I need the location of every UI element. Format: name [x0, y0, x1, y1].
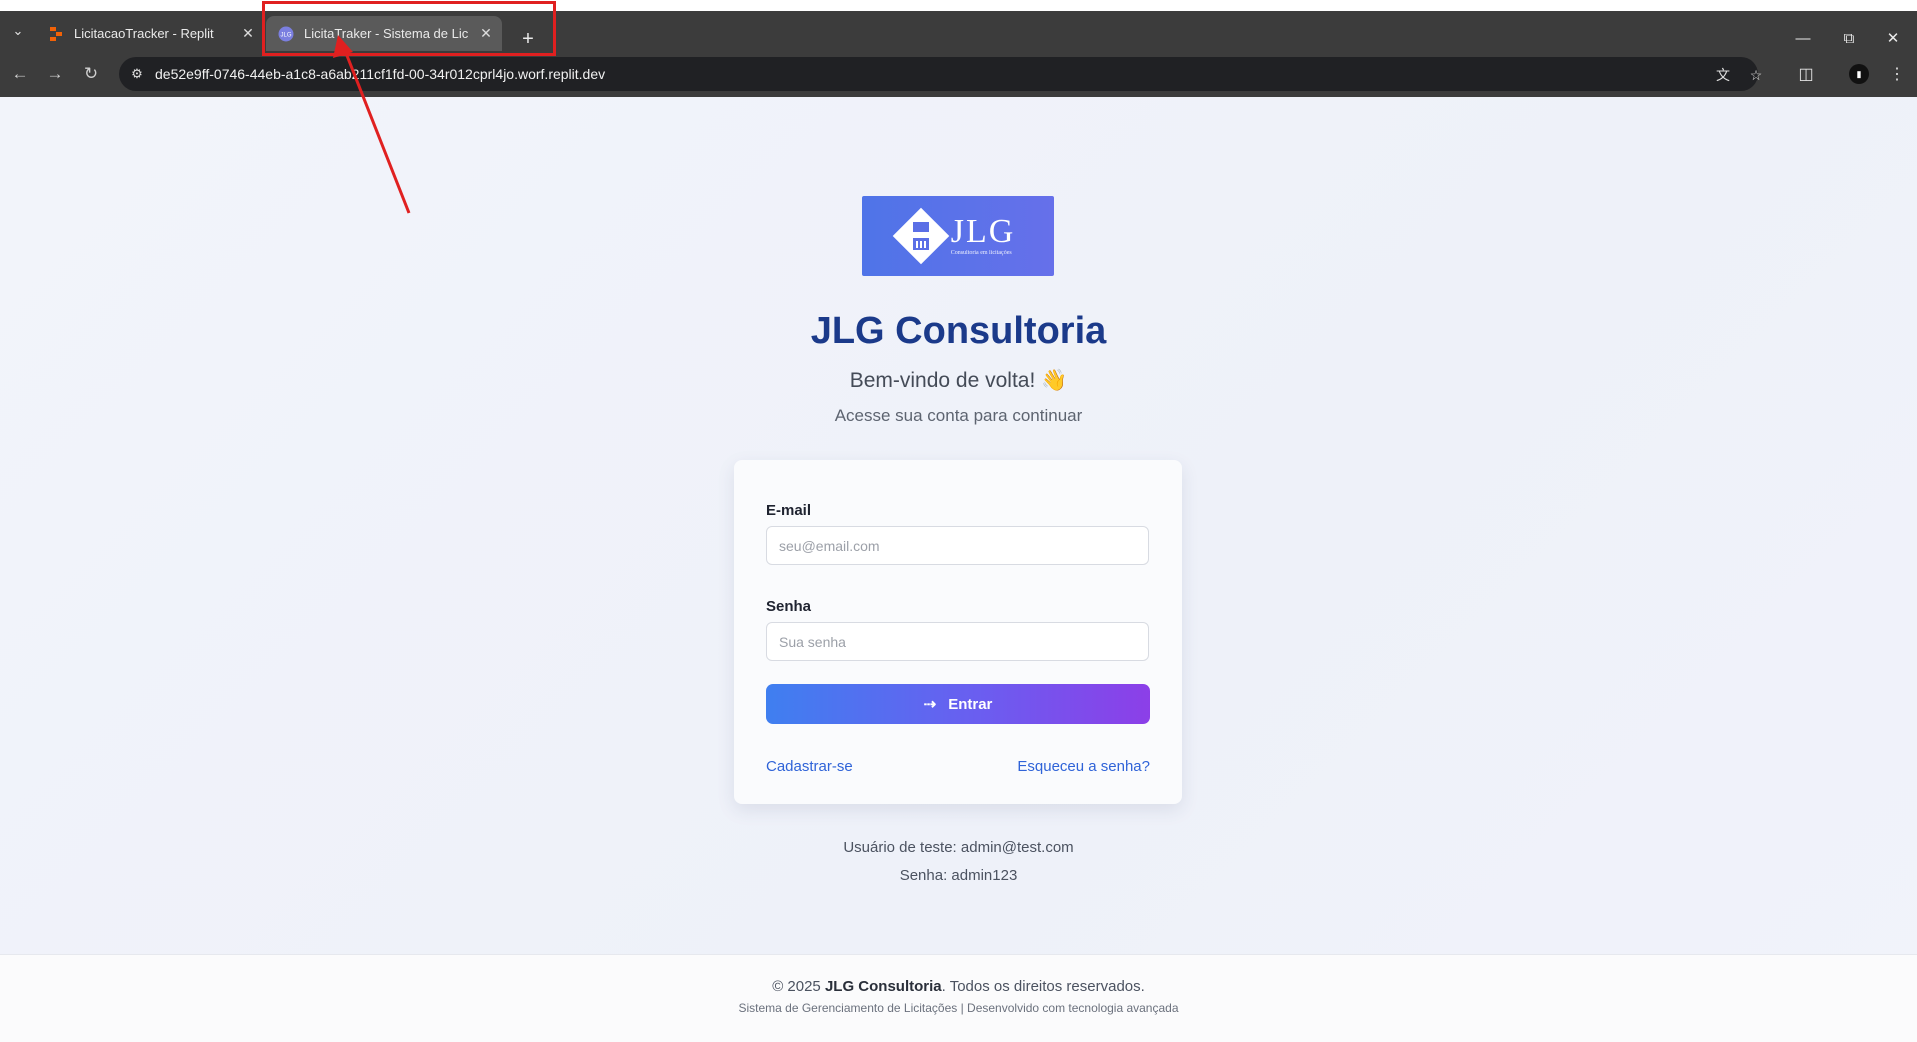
footer-company: JLG Consultoria	[824, 978, 942, 995]
site-info-tune-icon[interactable]: ⚙	[127, 64, 147, 84]
login-card: E-mail Senha ⇢ Entrar Cadastrar-se Esque…	[734, 460, 1182, 804]
logo-diamond-icon	[892, 207, 950, 265]
minimize-icon[interactable]: —	[1786, 25, 1820, 51]
copyright-prefix: © 2025	[772, 978, 825, 995]
test-user-info: Usuário de teste: admin@test.com	[843, 839, 1074, 856]
footer-copyright: © 2025 JLG Consultoria. Todos os direito…	[0, 978, 1917, 995]
password-field[interactable]	[766, 622, 1149, 661]
tab-licitacaotracker-replit[interactable]: LicitacaoTracker - Replit ✕	[36, 16, 264, 51]
page-title: JLG Consultoria	[810, 310, 1107, 352]
reload-icon[interactable]: ↻	[78, 61, 104, 87]
profile-avatar[interactable]: ▮	[1849, 64, 1869, 84]
browser-toolbar: ← → ↻ ⚙ de52e9ff-0746-44eb-a1c8-a6ab211c…	[0, 51, 1917, 97]
login-icon: ⇢	[923, 696, 937, 713]
forward-arrow-icon[interactable]: →	[42, 61, 68, 87]
footer-tagline: Sistema de Gerenciamento de Licitações |…	[738, 1001, 1179, 1015]
bookmark-star-icon[interactable]: ☆	[1745, 64, 1767, 86]
login-button-label: Entrar	[948, 695, 993, 713]
replit-icon	[48, 26, 64, 42]
extensions-puzzle-icon[interactable]: ◫	[1793, 61, 1819, 87]
login-button[interactable]: ⇢ Entrar	[766, 684, 1150, 724]
tab-title: LicitacaoTracker - Replit	[74, 26, 214, 41]
url-text[interactable]: de52e9ff-0746-44eb-a1c8-a6ab211cf1fd-00-…	[155, 66, 605, 82]
address-bar[interactable]: ⚙ de52e9ff-0746-44eb-a1c8-a6ab211cf1fd-0…	[119, 57, 1762, 91]
forgot-password-link[interactable]: Esqueceu a senha?	[1017, 758, 1150, 775]
jlg-logo: JLG Consultoria em licitações	[862, 196, 1054, 276]
welcome-subtitle: Acesse sua conta para continuar	[834, 406, 1083, 425]
restore-icon[interactable]: ⧉	[1832, 25, 1866, 51]
tab-search-chevron-icon[interactable]: ⌄	[8, 21, 28, 41]
logo-subtext: Consultoria em licitações	[950, 250, 1012, 256]
email-label: E-mail	[766, 502, 812, 519]
kebab-menu-icon[interactable]: ⋮	[1884, 61, 1910, 87]
email-field[interactable]	[766, 526, 1149, 565]
window-close-icon[interactable]: ✕	[1876, 25, 1910, 51]
close-icon[interactable]: ✕	[240, 25, 256, 41]
welcome-heading: Bem-vindo de volta! 👋	[849, 369, 1068, 392]
logo-text: JLG	[950, 213, 1016, 250]
test-password-info: Senha: admin123	[899, 867, 1018, 884]
register-link[interactable]: Cadastrar-se	[766, 758, 853, 775]
annotation-highlight-box	[262, 1, 556, 56]
footer: © 2025 JLG Consultoria. Todos os direito…	[0, 954, 1917, 1042]
password-label: Senha	[766, 598, 812, 615]
copyright-suffix: . Todos os direitos reservados.	[941, 978, 1145, 995]
translate-icon[interactable]: 文	[1712, 64, 1734, 86]
page-viewport: JLG Consultoria em licitações JLG Consul…	[0, 97, 1917, 1042]
back-arrow-icon[interactable]: ←	[7, 61, 33, 87]
